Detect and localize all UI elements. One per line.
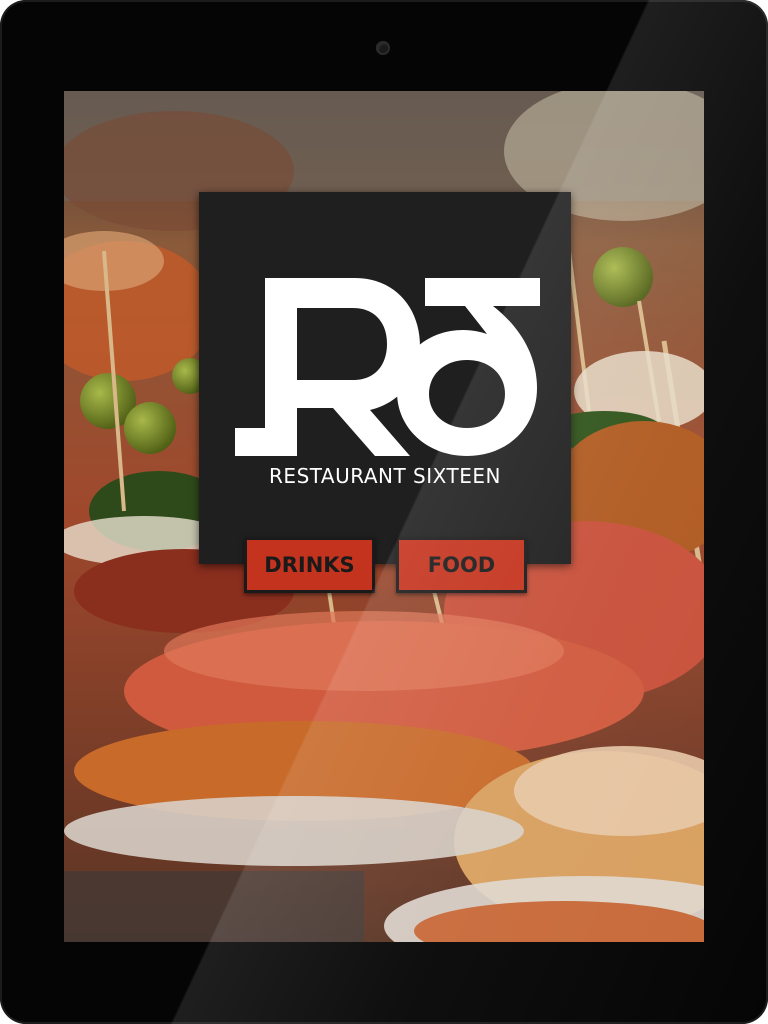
food-button[interactable]: FOOD	[396, 537, 527, 593]
rs-monogram-logo	[235, 278, 540, 456]
restaurant-name: RESTAURANT SIXTEEN	[269, 464, 501, 488]
tablet-device: RESTAURANT SIXTEEN DRINKS FOOD	[0, 0, 768, 1024]
brand-logo-card: RESTAURANT SIXTEEN	[199, 192, 571, 564]
front-camera	[376, 41, 390, 55]
app-screen: RESTAURANT SIXTEEN DRINKS FOOD	[64, 91, 704, 942]
drinks-button[interactable]: DRINKS	[244, 537, 375, 593]
